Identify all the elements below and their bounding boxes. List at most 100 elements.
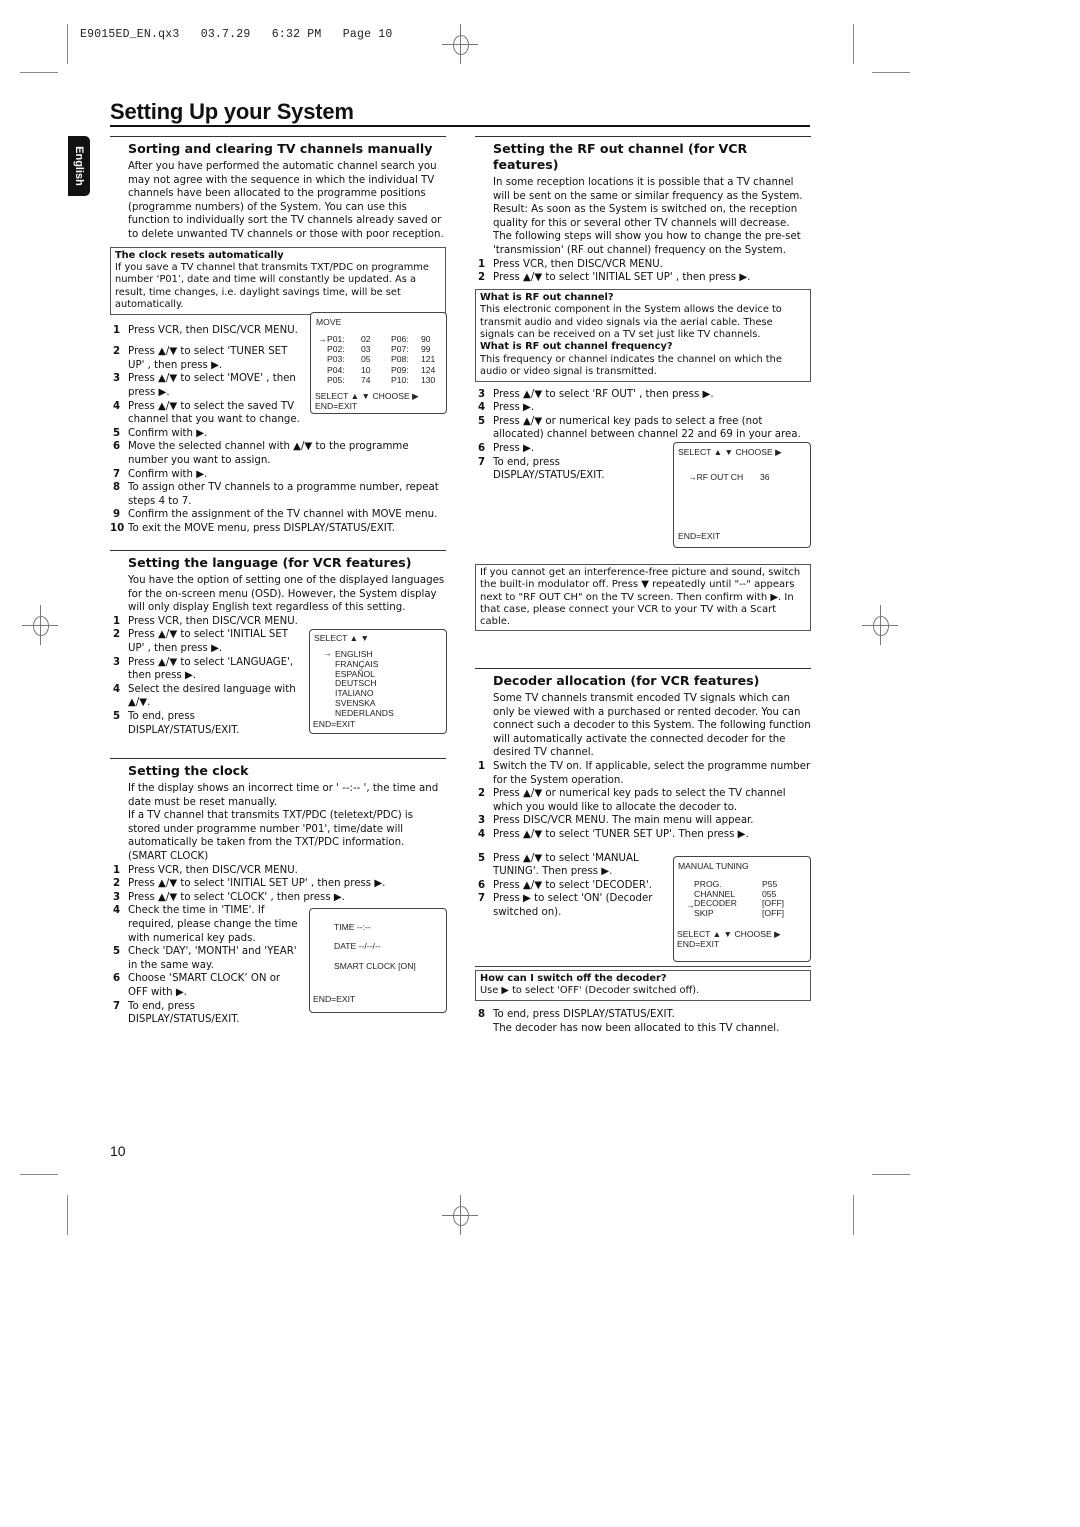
step: 5 Check 'DAY', 'MONTH' and 'YEAR' in the … (110, 945, 302, 972)
step-number: 7 (113, 1000, 121, 1012)
step-number: 1 (478, 258, 486, 270)
osd-prog: P07: (391, 344, 409, 355)
step-text: Press ▲/▼ to select 'INITIAL SET UP' , t… (128, 878, 386, 890)
osd-row-label: SKIP (694, 907, 714, 918)
language-intro: You have the option of setting one of th… (128, 575, 445, 614)
crop-mark (872, 72, 910, 73)
osd-prog: P05: (327, 374, 345, 385)
crop-mark (67, 24, 68, 64)
step-text: Press ▲/▼ or numerical key pads to selec… (493, 415, 801, 441)
note-body: If you save a TV channel that transmits … (115, 261, 429, 311)
step-text: Press ▲/▼ to select 'CLOCK' , then press… (128, 891, 345, 903)
section-heading-rf: Setting the RF out channel (for VCR feat… (475, 136, 811, 173)
note-rf-out: What is RF out channel? This electronic … (475, 288, 811, 382)
osd-list-right: P06: 90 P07: 99 P08: 121 P09: 124 P10: 130 (391, 334, 435, 385)
step-number: 2 (113, 629, 121, 641)
step: 5 To end, press DISPLAY/STATUS/EXIT. (110, 710, 302, 737)
osd-header: SELECT ▲ ▼ CHOOSE ▶ (678, 447, 782, 457)
osd-prog: P08: (391, 354, 409, 365)
step: 3 Press ▲/▼ to select 'CLOCK' , then pres… (110, 891, 446, 905)
step: 4 Check the time in 'TIME'. If required, … (110, 904, 302, 945)
step-text: Choose ‘SMART CLOCK’ ON or OFF with ▶. (128, 973, 281, 998)
step: 3 Press ▲/▼ to select 'RF OUT' , then pre… (475, 388, 811, 402)
step-text: Press ▲/▼ to select 'TUNER SET UP'. Then… (493, 828, 749, 840)
osd-move-menu: MOVE → P01: 02 P02: 03 P03: 05 P04: 10 P05: 7… (310, 312, 447, 414)
step-number: 10 (110, 522, 125, 534)
osd-footer: SELECT ▲ ▼ CHOOSE ▶ (677, 929, 781, 939)
note-answer: This electronic component in the System … (480, 304, 782, 340)
step-text: To assign other TV channels to a program… (128, 482, 439, 507)
slug-file: E9015ED_EN.qx3 (80, 28, 180, 41)
decoder-divider (475, 966, 811, 967)
step: 5 Confirm with ▶. (110, 427, 446, 441)
step: 6 Press ▶. (475, 442, 655, 456)
crop-mark (20, 1174, 58, 1175)
osd-smart-clock: SMART CLOCK [ON] (334, 961, 416, 971)
step-text: To end, press DISPLAY/STATUS/EXIT. (128, 1000, 240, 1026)
step-text: Press ▲/▼ to select the saved TV channel… (128, 400, 300, 426)
step-number: 7 (113, 468, 121, 480)
step: 6 Choose ‘SMART CLOCK’ ON or OFF with ▶. (110, 972, 302, 999)
step-number: 5 (478, 852, 486, 864)
osd-footer: END=EXIT (677, 939, 720, 949)
step-number: 6 (113, 973, 121, 985)
step-text: Press ▶ to select 'ON' (Decoder switched… (493, 893, 653, 918)
step-number: 2 (478, 788, 486, 800)
step: 2 Press ▲/▼ to select 'INITIAL SET UP' , … (475, 271, 811, 285)
step-text: Confirm the assignment of the TV channel… (128, 509, 438, 521)
step-text: Press ▲/▼ to select 'RF OUT' , then pres… (493, 388, 714, 400)
step-text: Check the time in 'TIME'. If required, p… (128, 905, 298, 944)
osd-title: MOVE (316, 317, 342, 327)
note-answer: Use ▶ to select 'OFF' (Decoder switched … (480, 985, 700, 997)
page-number: 10 (110, 1143, 126, 1159)
step-text: Press ▲/▼ to select 'INITIAL SET UP' , t… (493, 272, 751, 284)
osd-prog: P09: (391, 364, 409, 375)
note-answer: This frequency or channel indicates the … (480, 353, 782, 378)
step-number: 2 (478, 272, 486, 284)
clock-intro-1: If the display shows an incorrect time o… (128, 783, 439, 808)
step: 5 Press ▲/▼ or numerical key pads to sele… (475, 415, 811, 442)
step-text: Press ▲/▼ or numerical key pads to selec… (493, 788, 786, 813)
osd-option: NEDERLANDS (335, 707, 394, 718)
slug-date: 03.7.29 (200, 28, 251, 41)
step-text: Press DISC/VCR MENU. The main menu will … (493, 815, 754, 827)
step-number: 5 (113, 427, 121, 439)
osd-ch: 03 (361, 344, 371, 355)
osd-rf-out-value: 36 (760, 472, 770, 482)
section-heading-sorting: Sorting and clearing TV channels manuall… (110, 136, 446, 157)
step-text: To end, press DISPLAY/STATUS/EXIT. (128, 710, 240, 736)
osd-footer: END=EXIT (315, 401, 358, 411)
section-heading-decoder: Decoder allocation (for VCR features) (475, 668, 811, 689)
osd-tuning-rows: PROG. P55 CHANNEL 055 DECODER [OFF] SKIP [OF… (694, 879, 784, 918)
step: 9 Confirm the assignment of the TV channe… (110, 508, 446, 522)
rf-intro: In some reception locations it is possib… (493, 177, 803, 256)
osd-footer: END=EXIT (313, 994, 356, 1004)
step-text: Press VCR, then DISC/VCR MENU. (128, 864, 298, 876)
step-text: Move the selected channel with ▲/▼ to th… (128, 441, 409, 466)
step: 1 Switch the TV on. If applicable, select… (475, 760, 811, 787)
osd-language-menu: SELECT ▲ ▼ → ENGLISH FRANÇAIS ESPAÑOL DE… (309, 629, 447, 734)
osd-title: SELECT ▲ ▼ (314, 633, 370, 643)
step-text: Press ▶. (493, 442, 535, 454)
step: 3 Press ▲/▼ to select 'LANGUAGE', then pr… (110, 656, 302, 683)
decoder-intro: Some TV channels transmit encoded TV sig… (493, 693, 811, 759)
osd-prog: P02: (327, 344, 345, 355)
osd-row-value: [OFF] (762, 907, 784, 918)
note-question: What is RF out channel frequency? (480, 341, 673, 353)
osd-clock-menu: TIME --:-- DATE --/--/-- SMART CLOCK [ON… (309, 908, 447, 1013)
crop-mark (853, 1195, 854, 1235)
registration-mark-icon (862, 605, 898, 645)
title-rule (110, 125, 810, 127)
step-number: 5 (113, 946, 121, 958)
print-slug: E9015ED_EN.qx3 03.7.29 6:32 PM Page 10 (80, 28, 393, 41)
step: 2 Press ▲/▼ to select 'INITIAL SET UP' , … (110, 877, 446, 891)
step: 4 Select the desired language with ▲/▼. (110, 683, 302, 710)
osd-row-value: [OFF] (762, 898, 784, 909)
sorting-intro: After you have performed the automatic c… (128, 161, 444, 240)
osd-footer: END=EXIT (313, 719, 356, 729)
step-text: Press ▲/▼ to select 'DECODER'. (493, 879, 652, 891)
step: 1 Press VCR, then DISC/VCR MENU. (110, 864, 446, 878)
step-number: 3 (113, 891, 121, 903)
step-number: 9 (113, 509, 121, 521)
osd-rf-out-label: →RF OUT CH (688, 472, 744, 482)
